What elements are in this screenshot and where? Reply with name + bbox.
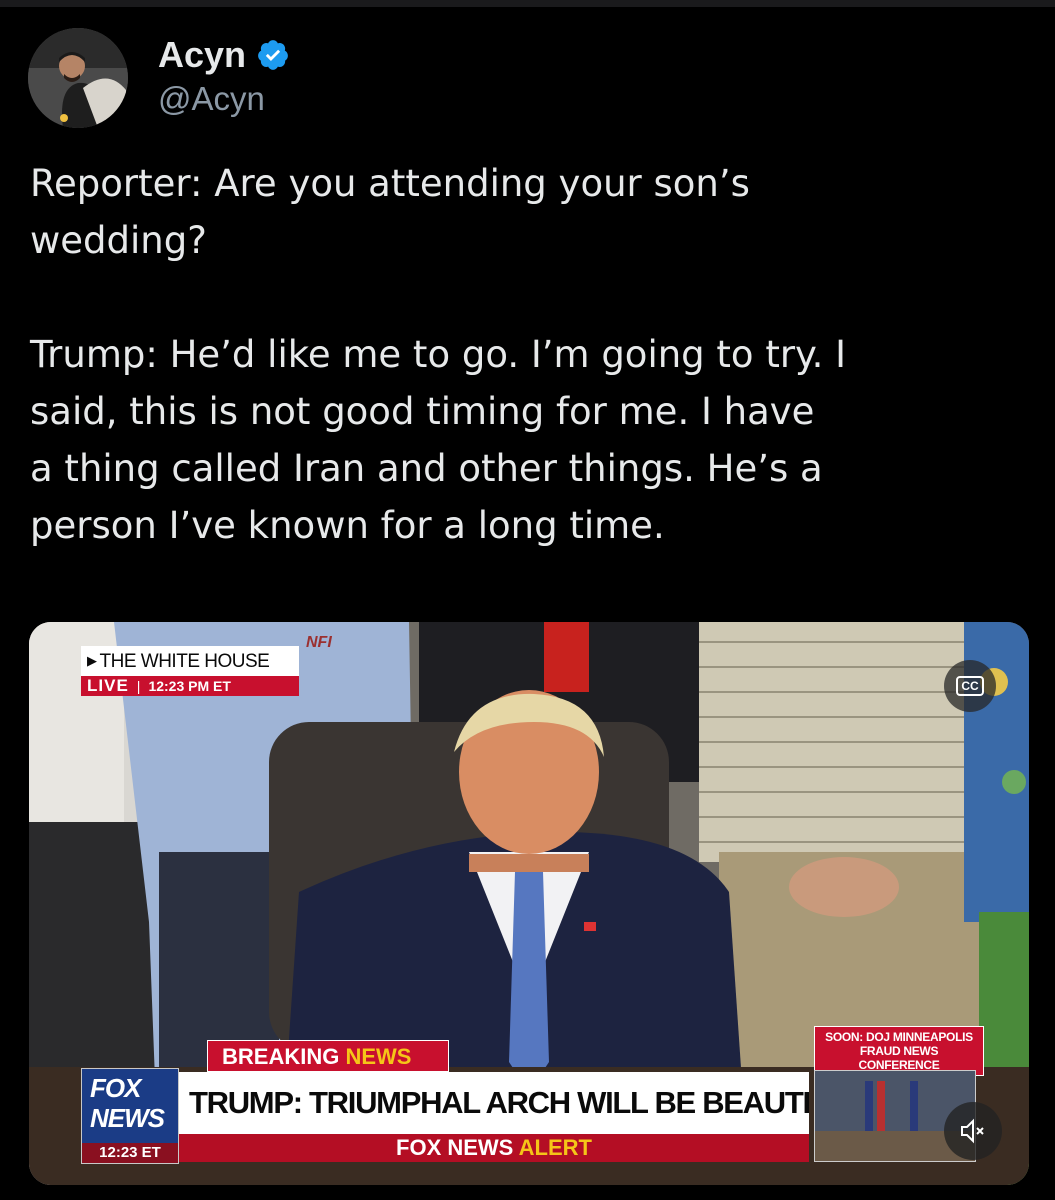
live-label: LIVE	[87, 676, 129, 695]
cap-logo: NFI	[306, 634, 332, 651]
play-triangle-icon: ▶	[87, 653, 97, 668]
news-headline: TRUMP: TRIUMPHAL ARCH WILL BE BEAUTIFUL	[179, 1072, 809, 1134]
author-handle[interactable]: @Acyn	[158, 80, 265, 118]
speaker-muted-icon	[961, 1118, 984, 1144]
tweet-header: Acyn @Acyn	[28, 28, 1028, 128]
upcoming-line-2: FRAUD NEWS CONFERENCE	[858, 1044, 940, 1072]
author-name[interactable]: Acyn	[158, 34, 246, 76]
video-player[interactable]: ▶ THE WHITE HOUSE LIVE | 12:23 PM ET NFI CC…	[29, 622, 1029, 1185]
upcoming-banner: SOON: DOJ MINNEAPOLIS FRAUD NEWS CONFERE…	[814, 1026, 984, 1076]
breaking-label: BREAKING	[222, 1044, 340, 1069]
tweet-text: Reporter: Are you attending your son’s w…	[30, 162, 847, 547]
location-time: 12:23 PM ET	[148, 678, 231, 694]
breaking-news-tag: BREAKING NEWS	[207, 1040, 449, 1072]
logo-time: 12:23 ET	[82, 1143, 178, 1163]
alert-label: ALERT	[518, 1135, 592, 1160]
fox-news-logo: FOX NEWS 12:23 ET	[81, 1068, 179, 1164]
live-separator: |	[136, 678, 141, 694]
fox-news-alert-bar: FOX NEWS ALERT	[179, 1134, 809, 1162]
verified-badge-icon	[258, 40, 288, 70]
avatar-photo	[28, 28, 128, 128]
mute-toggle-button[interactable]	[944, 1102, 1002, 1160]
closed-captions-button[interactable]: CC	[944, 660, 996, 712]
breaking-news-label: NEWS	[345, 1044, 412, 1069]
author-avatar[interactable]	[28, 28, 128, 128]
logo-line-2: NEWS	[90, 1103, 165, 1133]
upcoming-line-1: SOON: DOJ MINNEAPOLIS	[825, 1030, 973, 1044]
location-label: THE WHITE HOUSE	[99, 651, 270, 672]
alert-brand: FOX NEWS	[396, 1135, 514, 1160]
author-name-row[interactable]: Acyn	[158, 34, 290, 76]
location-lower-third: ▶ THE WHITE HOUSE LIVE | 12:23 PM ET	[81, 646, 299, 696]
closed-captions-icon: CC	[956, 676, 984, 696]
top-divider	[0, 0, 1055, 7]
logo-line-1: FOX	[90, 1073, 141, 1103]
